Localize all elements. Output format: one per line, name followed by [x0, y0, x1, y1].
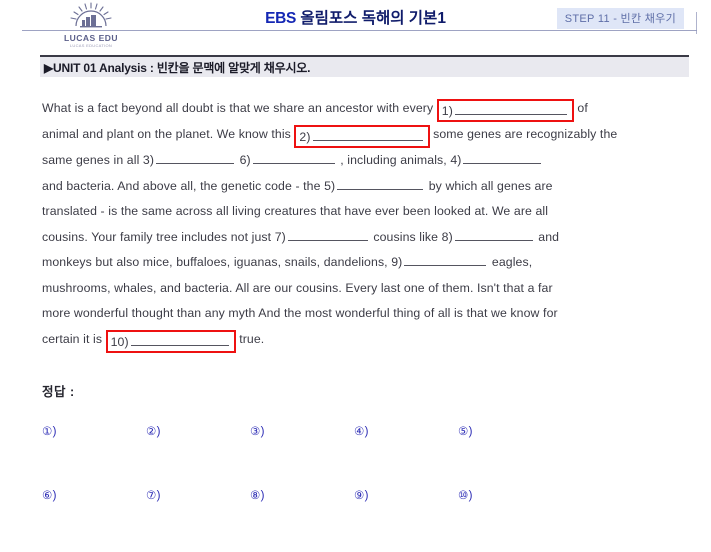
blank-number: 2) — [299, 130, 311, 144]
passage-line: more wonderful thought than any myth And… — [42, 301, 674, 327]
answer-slot[interactable]: ⑤) — [458, 424, 562, 488]
blank-number: 1) — [441, 104, 453, 118]
blank-number: 10) — [110, 334, 129, 349]
passage-text-run: 6) — [236, 153, 251, 167]
book-title: 올림포스 독해의 기본1 — [300, 10, 446, 27]
passage-text-run: some genes are recognizably the — [429, 127, 618, 141]
passage-text-run: and — [534, 229, 560, 244]
passage-line: cousins. Your family tree includes not j… — [42, 225, 674, 251]
passage-text-run: of — [573, 101, 588, 115]
answer-slot[interactable]: ⑧) — [250, 488, 354, 552]
step-badge: STEP 11 - 빈칸 채우기 — [556, 8, 684, 29]
answer-blank[interactable] — [404, 252, 487, 266]
highlighted-blank-box[interactable]: 10) — [105, 329, 236, 353]
brand-label: EBS — [265, 10, 297, 27]
answer-blank[interactable] — [130, 332, 229, 346]
passage-text-run: monkeys but also mice, buffaloes, iguana… — [42, 255, 403, 269]
passage-line: mushrooms, whales, and bacteria. All are… — [42, 276, 674, 302]
unit-heading: ▶UNIT 01 Analysis : 빈칸을 문맥에 알맞게 채우시오. — [44, 59, 310, 76]
header-divider — [22, 30, 697, 31]
passage-line: and bacteria. And above all, the genetic… — [42, 174, 674, 200]
passage-line: What is a fact beyond all doubt is that … — [42, 96, 674, 122]
answer-row: ⑥) ⑦) ⑧) ⑨) ⑩) — [42, 488, 562, 552]
passage-text-run: eagles, — [488, 255, 533, 269]
passage-text-run: same genes in all 3) — [42, 153, 155, 167]
answer-blank[interactable] — [287, 227, 368, 241]
unit-marker-icon: ▶ — [44, 61, 54, 75]
highlighted-blank-box[interactable]: 2) — [294, 125, 430, 148]
passage-text-run: by which all genes are — [425, 178, 553, 193]
answer-slot[interactable]: ⑦) — [146, 488, 250, 552]
answer-slot[interactable]: ⑩) — [458, 488, 562, 552]
passage-text-run: mushrooms, whales, and bacteria. All are… — [42, 280, 553, 295]
answer-slot[interactable]: ②) — [146, 424, 250, 488]
answer-section-title: 정답 : — [42, 385, 75, 399]
passage-text-run: cousins like 8) — [369, 229, 453, 244]
answer-blank[interactable] — [337, 176, 424, 190]
passage-text-run: and bacteria. And above all, the genetic… — [42, 178, 336, 193]
passage-text-run: certain it is — [42, 331, 106, 346]
passage-line: translated - is the same across all livi… — [42, 199, 674, 225]
answer-grid: ①) ②) ③) ④) ⑤) ⑥) ⑦) ⑧) ⑨) ⑩) — [42, 424, 562, 552]
answer-slot[interactable]: ⑨) — [354, 488, 458, 552]
answer-slot[interactable]: ③) — [250, 424, 354, 488]
highlighted-blank-box[interactable]: 1) — [436, 99, 574, 122]
answer-blank[interactable] — [454, 227, 533, 241]
passage-line: certain it is 10) true. — [42, 327, 674, 353]
passage-text-run: , including animals, 4) — [336, 153, 462, 167]
passage-text-run: animal and plant on the planet. We know … — [42, 127, 295, 141]
logo-text: LUCAS EDU — [63, 33, 119, 43]
answer-blank[interactable] — [312, 127, 423, 141]
answer-row: ①) ②) ③) ④) ⑤) — [42, 424, 562, 488]
passage-line: monkeys but also mice, buffaloes, iguana… — [42, 250, 674, 276]
logo-subtext: LUCAS EDUCATION — [69, 43, 113, 48]
passage-line: animal and plant on the planet. We know … — [42, 122, 674, 148]
passage-text-run: What is a fact beyond all doubt is that … — [42, 101, 437, 115]
answer-slot[interactable]: ④) — [354, 424, 458, 488]
answer-slot[interactable]: ⑥) — [42, 488, 146, 552]
passage-line: same genes in all 3) 6) , including anim… — [42, 148, 674, 174]
passage-text: What is a fact beyond all doubt is that … — [42, 96, 674, 353]
answer-blank[interactable] — [463, 150, 542, 164]
answer-slot[interactable]: ①) — [42, 424, 146, 488]
passage-text-run: true. — [235, 331, 265, 346]
answer-blank[interactable] — [252, 150, 335, 164]
passage-text-run: translated - is the same across all livi… — [42, 204, 549, 218]
passage-text-run: cousins. Your family tree includes not j… — [42, 229, 286, 244]
answer-blank[interactable] — [454, 101, 567, 115]
passage-text-run: more wonderful thought than any myth And… — [42, 306, 558, 320]
answer-blank[interactable] — [156, 150, 235, 164]
unit-heading-text: UNIT 01 Analysis : 빈칸을 문맥에 알맞게 채우시오. — [53, 61, 311, 75]
page-header: LUCAS EDU LUCAS EDUCATION EBS 올림포스 독해의 기… — [0, 0, 711, 52]
